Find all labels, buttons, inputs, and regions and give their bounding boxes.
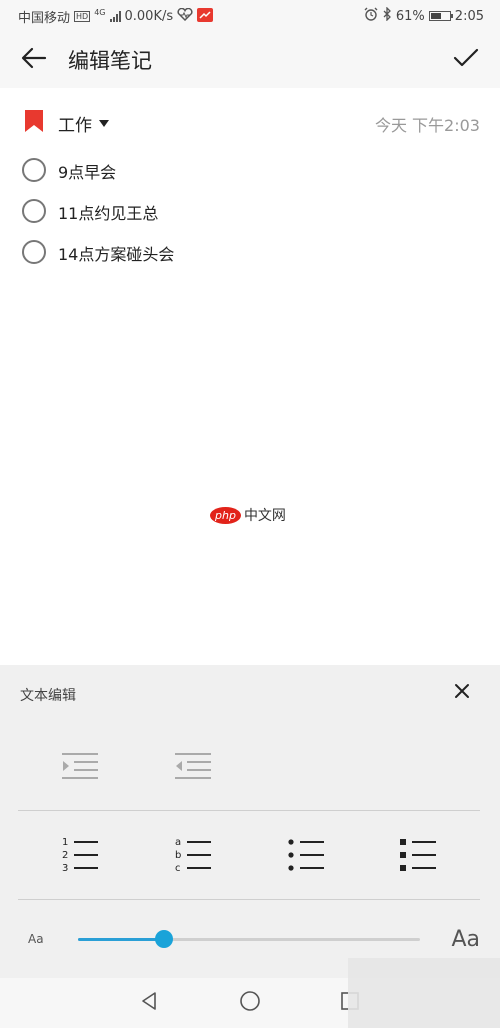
svg-text:2: 2 bbox=[62, 850, 68, 861]
alpha-list-button[interactable]: abc bbox=[173, 835, 213, 879]
font-size-large-label: Aa bbox=[451, 927, 480, 952]
square-bullet-list-icon bbox=[398, 839, 438, 879]
todo-item: 11点约见王总 bbox=[0, 193, 500, 234]
check-icon bbox=[453, 47, 479, 73]
numbered-list-button[interactable]: 1 2 3 bbox=[60, 835, 100, 879]
note-editor[interactable]: 工作 今天 下午2:03 9点早会 11点约见王总 14点方案碰头会 php 中… bbox=[0, 88, 500, 665]
outdent-button[interactable] bbox=[173, 751, 213, 785]
indent-button[interactable] bbox=[60, 751, 100, 785]
todo-checkbox[interactable] bbox=[22, 199, 46, 223]
square-bullet-list-button[interactable] bbox=[398, 835, 438, 879]
svg-text:a: a bbox=[175, 837, 181, 848]
divider bbox=[18, 899, 480, 900]
hd-badge: HD bbox=[74, 11, 91, 22]
watermark: php 中文网 bbox=[210, 505, 286, 525]
circle-home-icon bbox=[239, 990, 261, 1016]
signal-icon bbox=[109, 11, 121, 22]
todo-checkbox[interactable] bbox=[22, 158, 46, 182]
carrier-name: 中国移动 bbox=[18, 11, 71, 26]
battery-fill bbox=[430, 13, 441, 19]
numbered-list-icon: 1 2 3 bbox=[60, 837, 100, 879]
divider bbox=[18, 810, 480, 811]
todo-text[interactable]: 9点早会 bbox=[58, 159, 116, 183]
todo-checkbox[interactable] bbox=[22, 240, 46, 264]
note-timestamp: 今天 下午2:03 bbox=[374, 116, 480, 135]
alpha-list-icon: abc bbox=[173, 837, 213, 879]
note-meta: 工作 今天 下午2:03 bbox=[0, 106, 500, 138]
network-type: 4G bbox=[94, 8, 106, 17]
indent-icon bbox=[60, 753, 100, 785]
svg-text:b: b bbox=[175, 850, 181, 861]
todo-text[interactable]: 11点约见王总 bbox=[58, 200, 158, 224]
text-edit-panel: 文本编辑 1 2 3 abc Aa Aa bbox=[0, 665, 500, 978]
svg-text:3: 3 bbox=[62, 863, 68, 874]
bullet-list-button[interactable] bbox=[286, 835, 326, 879]
svg-text:c: c bbox=[175, 863, 181, 874]
triangle-back-icon bbox=[140, 991, 160, 1015]
bookmark-icon bbox=[24, 109, 44, 137]
font-size-small-label: Aa bbox=[28, 932, 44, 946]
list-style-toolbar: 1 2 3 abc bbox=[0, 830, 500, 880]
alarm-icon bbox=[364, 7, 378, 25]
panel-title: 文本编辑 bbox=[20, 688, 76, 704]
battery-percent: 61% bbox=[395, 8, 425, 24]
slider-thumb[interactable] bbox=[154, 930, 173, 948]
page-title: 编辑笔记 bbox=[68, 49, 152, 73]
back-button[interactable] bbox=[14, 42, 54, 78]
close-button[interactable] bbox=[450, 681, 474, 705]
todo-list: 9点早会 11点约见王总 14点方案碰头会 bbox=[0, 152, 500, 275]
app-bar: 编辑笔记 bbox=[0, 30, 500, 88]
outdent-icon bbox=[173, 753, 213, 785]
app-notification-icon bbox=[197, 7, 214, 26]
caret-down-icon bbox=[99, 120, 109, 127]
slider-fill bbox=[78, 938, 164, 941]
nav-back-button[interactable] bbox=[136, 990, 164, 1016]
font-size-row: Aa Aa bbox=[0, 919, 500, 959]
clock-time: 2:05 bbox=[454, 8, 484, 24]
watermark-brand: php bbox=[210, 506, 241, 524]
health-icon bbox=[177, 7, 193, 25]
battery-icon bbox=[428, 11, 453, 21]
blurred-overlay bbox=[348, 958, 500, 1028]
watermark-site: 中文网 bbox=[243, 508, 286, 524]
font-size-slider[interactable] bbox=[78, 930, 420, 948]
todo-text[interactable]: 14点方案碰头会 bbox=[58, 241, 174, 265]
nav-home-button[interactable] bbox=[236, 990, 264, 1016]
category-selector[interactable]: 工作 bbox=[58, 111, 109, 136]
bullet-list-icon bbox=[286, 839, 326, 879]
category-label: 工作 bbox=[58, 116, 92, 136]
bluetooth-icon bbox=[382, 6, 392, 25]
close-icon bbox=[454, 683, 470, 703]
indent-toolbar bbox=[0, 743, 500, 789]
confirm-button[interactable] bbox=[446, 42, 486, 78]
status-bar: 中国移动 HD 4G 0.00K/s 61% 2:05 bbox=[0, 0, 500, 30]
arrow-left-icon bbox=[21, 47, 47, 73]
todo-item: 14点方案碰头会 bbox=[0, 234, 500, 275]
svg-text:1: 1 bbox=[62, 837, 68, 848]
todo-item: 9点早会 bbox=[0, 152, 500, 193]
network-speed: 0.00K/s bbox=[124, 9, 174, 24]
